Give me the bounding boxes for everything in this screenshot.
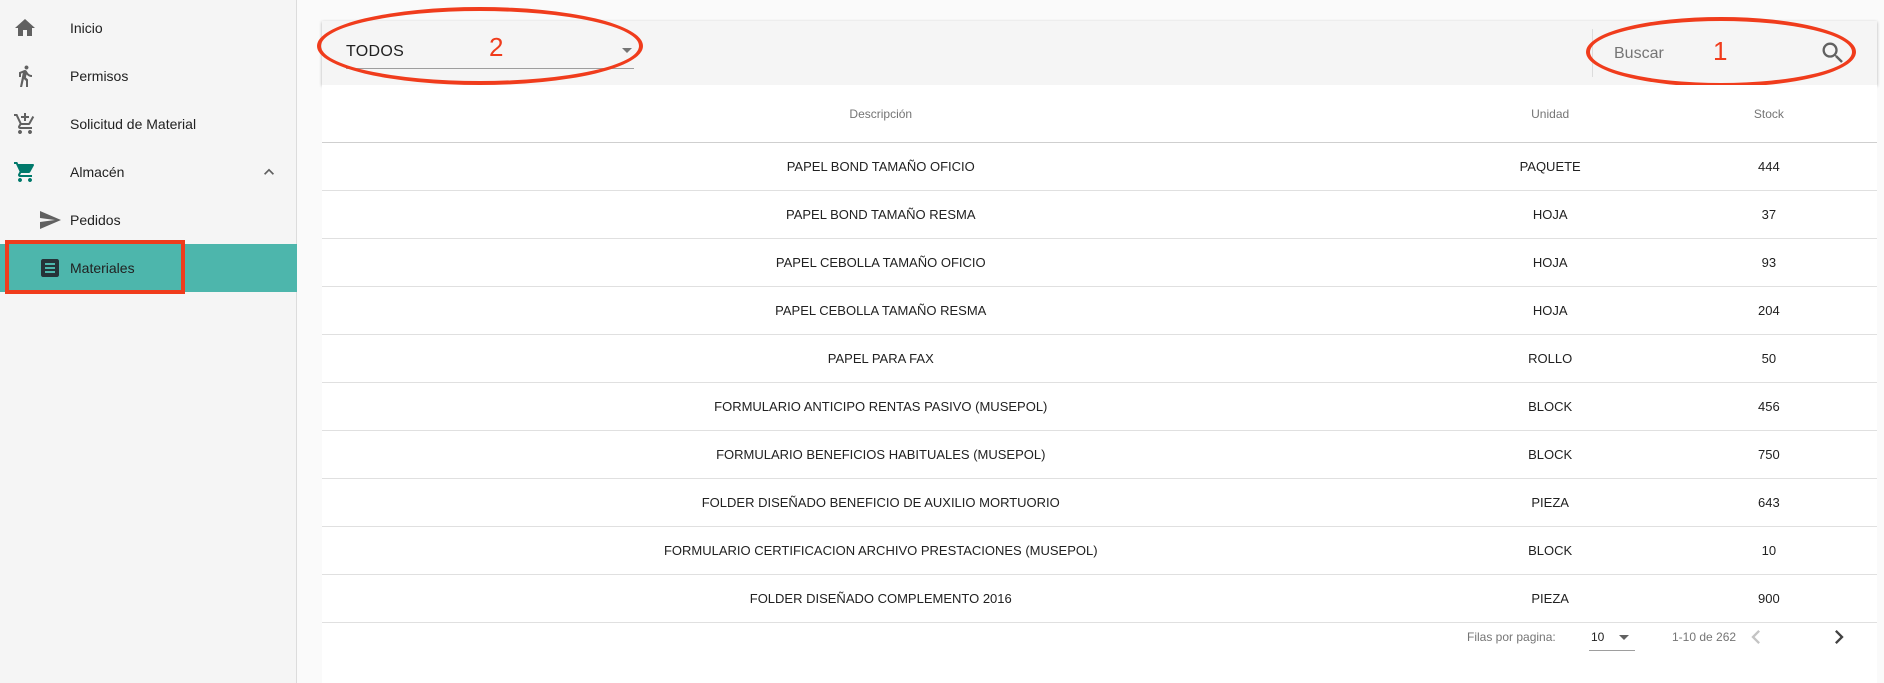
cell-unidad: ROLLO [1439, 334, 1661, 383]
list-icon [41, 259, 59, 277]
cell-unidad: HOJA [1439, 190, 1661, 239]
dropdown-arrow-icon [1619, 635, 1629, 640]
category-filter-select[interactable]: TODOS [346, 36, 634, 69]
rows-per-page-select[interactable]: 10 [1589, 622, 1635, 651]
sidebar-item-label: Permisos [70, 68, 129, 84]
cell-stock: 444 [1660, 142, 1877, 191]
materials-table-panel: Descripción Unidad Stock PAPEL BOND TAMA… [322, 85, 1877, 683]
sidebar-item-inicio[interactable]: Inicio [0, 4, 297, 52]
sidebar-item-label: Materiales [70, 260, 135, 276]
sidebar-item-permisos[interactable]: Permisos [0, 52, 297, 100]
send-icon [40, 211, 61, 229]
cell-stock: 204 [1660, 286, 1877, 335]
chevron-right-icon[interactable] [1825, 623, 1853, 651]
dropdown-arrow-icon [622, 48, 632, 53]
search-input[interactable] [1612, 37, 1796, 71]
chevron-up-icon[interactable] [259, 162, 279, 182]
sidebar-item-almacen[interactable]: Almacén [0, 148, 297, 196]
cell-stock: 37 [1660, 190, 1877, 239]
table-row[interactable]: FORMULARIO ANTICIPO RENTAS PASIVO (MUSEP… [322, 382, 1877, 431]
cell-stock: 750 [1660, 430, 1877, 479]
category-filter-value: TODOS [346, 43, 405, 60]
home-icon [15, 19, 35, 36]
pagination-range: 1-10 de 262 [1672, 630, 1737, 644]
cell-descripcion: PAPEL PARA FAX [322, 334, 1440, 383]
cell-descripcion: PAPEL CEBOLLA TAMAÑO RESMA [322, 286, 1440, 335]
cell-descripcion: PAPEL BOND TAMAÑO RESMA [322, 190, 1440, 239]
cell-stock: 50 [1660, 334, 1877, 383]
column-header-stock[interactable]: Stock [1660, 85, 1877, 143]
run-icon [19, 65, 32, 87]
rows-per-page-value: 10 [1591, 630, 1605, 644]
toolbar-divider [1592, 29, 1593, 77]
toolbar: TODOS [322, 21, 1877, 85]
cell-descripcion: FORMULARIO CERTIFICACION ARCHIVO PRESTAC… [322, 526, 1440, 575]
cell-stock: 10 [1660, 526, 1877, 575]
cell-stock: 93 [1660, 238, 1877, 287]
table-row[interactable]: PAPEL PARA FAX ROLLO 50 [322, 334, 1877, 383]
cell-unidad: PIEZA [1439, 478, 1661, 527]
cell-descripcion: PAPEL CEBOLLA TAMAÑO OFICIO [322, 238, 1440, 287]
chevron-left-icon[interactable] [1742, 623, 1770, 651]
sidebar: Inicio Permisos Solicitud de Material Al… [0, 0, 297, 683]
add-cart-icon [14, 113, 35, 134]
table-header-row: Descripción Unidad Stock [322, 85, 1877, 143]
cell-unidad: BLOCK [1439, 526, 1661, 575]
rows-per-page-label: Filas por pagina: [1467, 630, 1556, 644]
sidebar-item-label: Solicitud de Material [70, 116, 197, 132]
table-row[interactable]: FORMULARIO BENEFICIOS HABITUALES (MUSEPO… [322, 430, 1877, 479]
cell-descripcion: FORMULARIO BENEFICIOS HABITUALES (MUSEPO… [322, 430, 1440, 479]
cell-descripcion: FORMULARIO ANTICIPO RENTAS PASIVO (MUSEP… [322, 382, 1440, 431]
column-header-descripcion[interactable]: Descripción [322, 85, 1440, 143]
cell-unidad: HOJA [1439, 238, 1661, 287]
sidebar-item-label: Almacén [70, 164, 125, 180]
sidebar-item-pedidos[interactable]: Pedidos [0, 196, 297, 244]
sidebar-item-materiales[interactable]: Materiales [0, 244, 297, 292]
pagination: Filas por pagina: 10 1-10 de 262 [322, 612, 1877, 662]
table-row[interactable]: PAPEL CEBOLLA TAMAÑO RESMA HOJA 204 [322, 286, 1877, 335]
table-row[interactable]: PAPEL CEBOLLA TAMAÑO OFICIO HOJA 93 [322, 238, 1877, 287]
search-icon[interactable] [1819, 39, 1847, 67]
table-row[interactable]: FOLDER DISEÑADO BENEFICIO DE AUXILIO MOR… [322, 478, 1877, 527]
materials-table: Descripción Unidad Stock PAPEL BOND TAMA… [322, 85, 1877, 623]
sidebar-item-label: Pedidos [70, 212, 121, 228]
cell-stock: 643 [1660, 478, 1877, 527]
cart-icon [14, 162, 35, 182]
cell-descripcion: PAPEL BOND TAMAÑO OFICIO [322, 142, 1440, 191]
cell-unidad: PAQUETE [1439, 142, 1661, 191]
table-row[interactable]: PAPEL BOND TAMAÑO RESMA HOJA 37 [322, 190, 1877, 239]
cell-unidad: BLOCK [1439, 382, 1661, 431]
table-row[interactable]: FORMULARIO CERTIFICACION ARCHIVO PRESTAC… [322, 526, 1877, 575]
cell-descripcion: FOLDER DISEÑADO BENEFICIO DE AUXILIO MOR… [322, 478, 1440, 527]
cell-unidad: HOJA [1439, 286, 1661, 335]
column-header-unidad[interactable]: Unidad [1439, 85, 1661, 143]
sidebar-item-label: Inicio [70, 20, 103, 36]
cell-unidad: BLOCK [1439, 430, 1661, 479]
sidebar-item-solicitud-de-material[interactable]: Solicitud de Material [0, 100, 297, 148]
cell-stock: 456 [1660, 382, 1877, 431]
table-row[interactable]: PAPEL BOND TAMAÑO OFICIO PAQUETE 444 [322, 142, 1877, 191]
